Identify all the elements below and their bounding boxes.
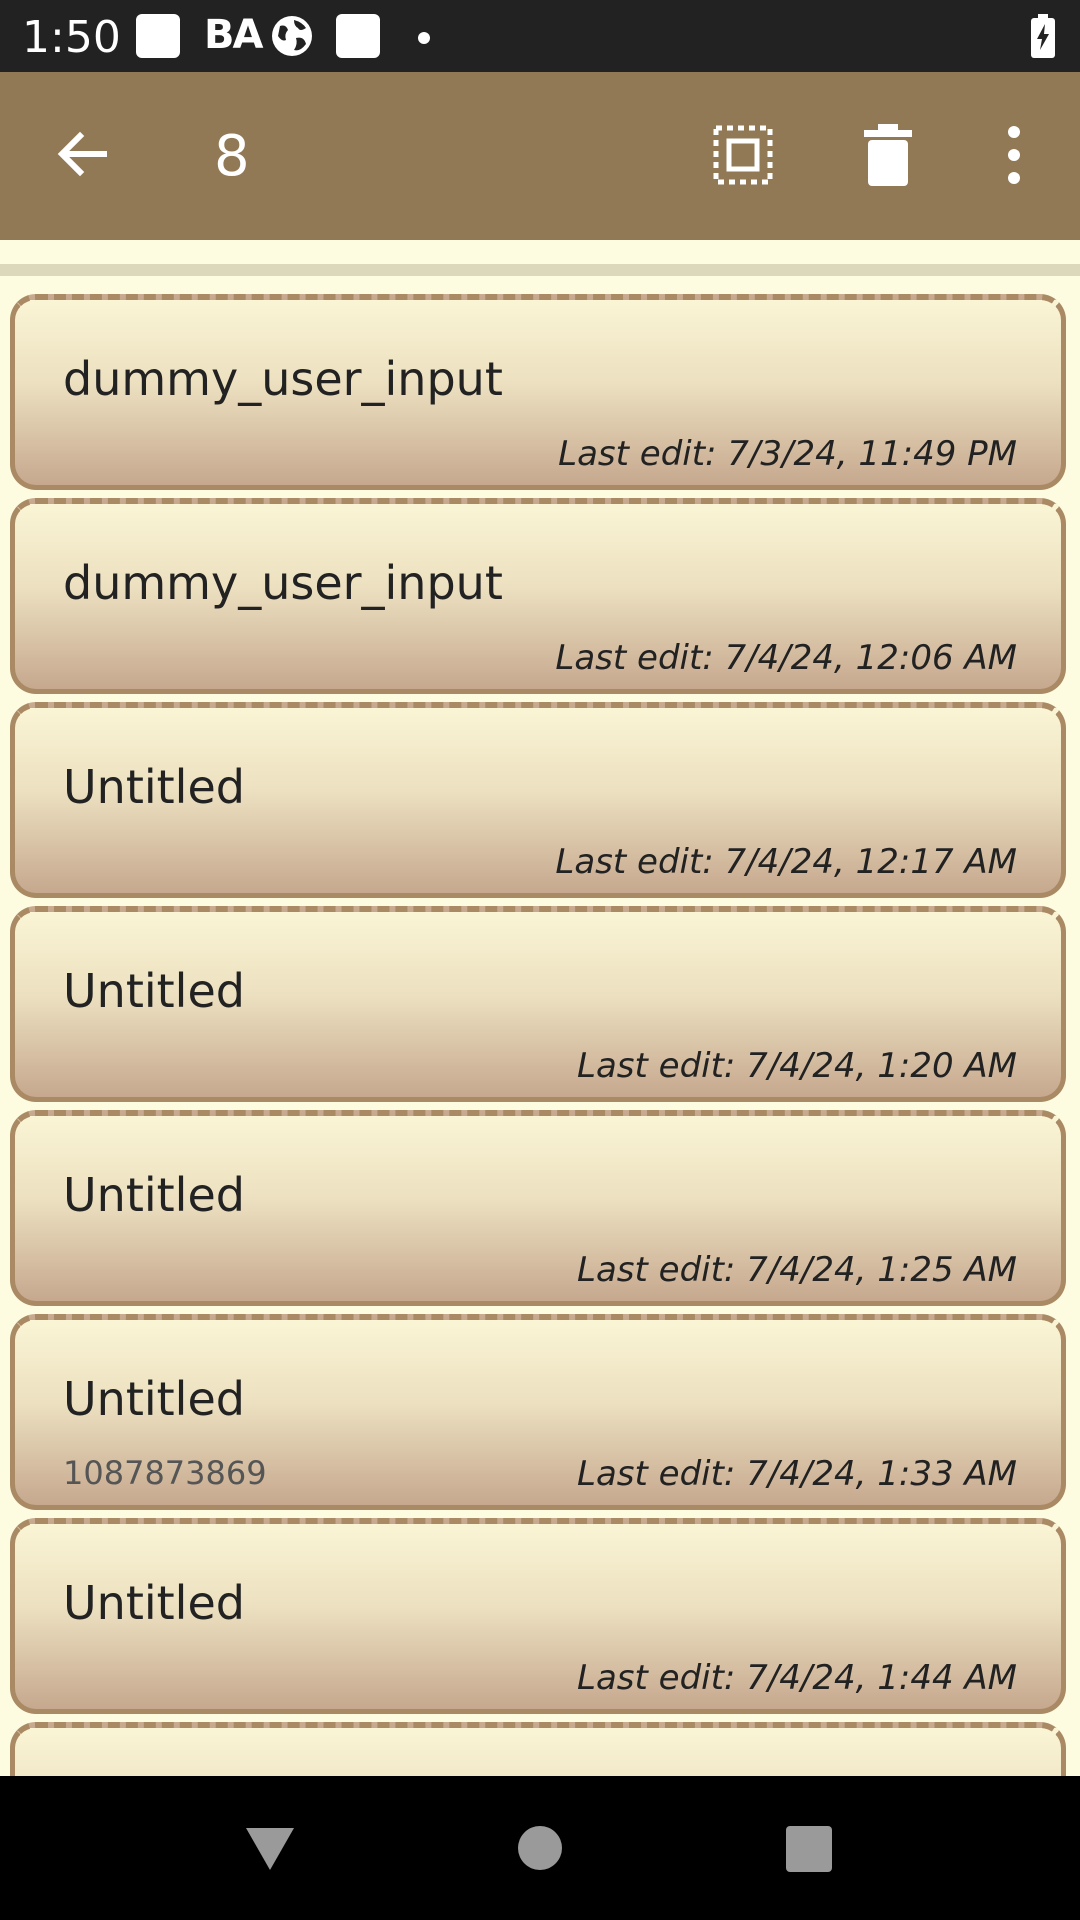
note-title: dummy_user_input (63, 352, 503, 406)
system-nav-bar (0, 1776, 1080, 1920)
note-last-edit: Last edit: 7/4/24, 1:33 AM (577, 1454, 1017, 1494)
note-last-edit: Last edit: 7/4/24, 1:20 AM (577, 1046, 1017, 1086)
status-time: 1:50 (22, 12, 121, 63)
note-title: Untitled (63, 760, 245, 814)
note-title: Untitled (63, 1576, 245, 1630)
selected-count: 8 (214, 124, 250, 189)
note-title: Untitled (63, 964, 245, 1018)
notification-square-icon (336, 14, 380, 58)
status-bar: 1:50 BA (0, 0, 1080, 72)
action-toolbar: 8 (0, 72, 1080, 240)
back-arrow-icon[interactable] (52, 124, 112, 184)
note-last-edit: Last edit: 7/4/24, 1:44 AM (577, 1658, 1017, 1698)
note-last-edit: Last edit: 7/3/24, 11:49 PM (558, 434, 1017, 474)
nav-home-icon[interactable] (518, 1826, 562, 1870)
dot-icon (418, 32, 430, 44)
select-all-icon[interactable] (712, 124, 774, 186)
ba-icon: BA (204, 12, 263, 58)
more-vert-icon[interactable] (996, 124, 1032, 186)
note-title: Untitled (63, 1168, 245, 1222)
note-card[interactable]: Untitled Last edit: 7/4/24, 1:44 AM (10, 1518, 1066, 1714)
note-last-edit: Last edit: 7/4/24, 12:17 AM (555, 842, 1017, 882)
note-preview: 1087873869 (63, 1454, 267, 1492)
note-card[interactable]: Untitled Last edit: 7/4/24, 12:17 AM (10, 702, 1066, 898)
note-title: dummy_user_input (63, 556, 503, 610)
nav-recents-icon[interactable] (786, 1826, 832, 1872)
note-title: Untitled (63, 1372, 245, 1426)
toolbar-shadow (0, 240, 1080, 264)
note-last-edit: Last edit: 7/4/24, 12:06 AM (555, 638, 1017, 678)
note-card[interactable]: dummy_user_input Last edit: 7/3/24, 11:4… (10, 294, 1066, 490)
trash-icon[interactable] (862, 124, 914, 186)
note-card[interactable] (10, 1722, 1066, 1776)
note-card[interactable]: Untitled 1087873869 Last edit: 7/4/24, 1… (10, 1314, 1066, 1510)
divider (0, 264, 1080, 276)
note-card[interactable]: Untitled Last edit: 7/4/24, 1:20 AM (10, 906, 1066, 1102)
nav-back-icon[interactable] (244, 1826, 296, 1872)
note-card[interactable]: dummy_user_input Last edit: 7/4/24, 12:0… (10, 498, 1066, 694)
note-last-edit: Last edit: 7/4/24, 1:25 AM (577, 1250, 1017, 1290)
notification-square-icon (136, 14, 180, 58)
battery-charging-icon (1031, 14, 1055, 58)
note-card[interactable]: Untitled Last edit: 7/4/24, 1:25 AM (10, 1110, 1066, 1306)
notes-list[interactable]: dummy_user_input Last edit: 7/3/24, 11:4… (0, 276, 1080, 1776)
globe-icon (272, 16, 312, 56)
